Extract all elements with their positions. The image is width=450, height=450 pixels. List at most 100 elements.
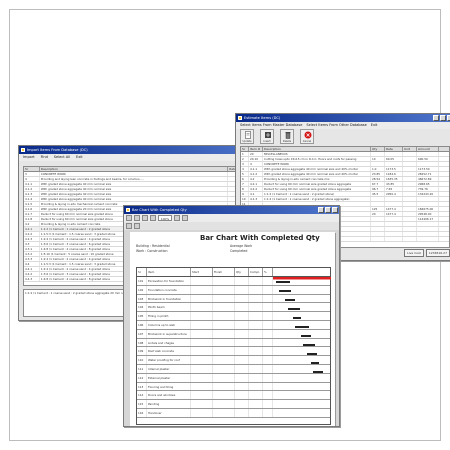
col-description[interactable]: Description bbox=[40, 167, 229, 171]
table-cell bbox=[235, 364, 249, 373]
menu-import[interactable]: Import bbox=[23, 154, 35, 161]
table-cell bbox=[385, 162, 403, 166]
table-cell bbox=[235, 329, 249, 338]
last-page-icon[interactable] bbox=[150, 215, 156, 221]
table-cell: 4.1.3 bbox=[249, 197, 263, 201]
table-cell: 10 bbox=[241, 197, 249, 201]
table-cell bbox=[403, 177, 417, 181]
delete-button[interactable]: Delete bbox=[280, 129, 294, 144]
menu-select-all[interactable]: Select All bbox=[54, 154, 70, 161]
table-cell: 4 bbox=[24, 177, 40, 181]
table-cell bbox=[403, 237, 417, 241]
table-cell: 4.3.3 bbox=[24, 257, 40, 261]
first-page-icon[interactable] bbox=[126, 215, 132, 221]
table-cell bbox=[385, 197, 403, 201]
col-item[interactable]: Item # bbox=[249, 147, 263, 151]
estimate-window-titlebar: Estimate Items (DC) bbox=[236, 114, 450, 122]
table-cell bbox=[263, 294, 273, 303]
prev-page-icon[interactable] bbox=[134, 215, 140, 221]
table-cell: 3 bbox=[241, 162, 249, 166]
export-icon[interactable] bbox=[182, 215, 188, 221]
col-amount[interactable]: Amount bbox=[417, 147, 439, 151]
table-cell bbox=[249, 303, 263, 312]
menu-find[interactable]: Find bbox=[41, 154, 48, 161]
minimize-icon[interactable] bbox=[433, 115, 439, 121]
close-icon[interactable] bbox=[332, 207, 338, 213]
minimize-icon[interactable] bbox=[318, 207, 324, 213]
table-cell bbox=[249, 391, 263, 400]
table-cell: 101 bbox=[137, 277, 147, 285]
menu-select-other[interactable]: Select Items From Other Database bbox=[306, 122, 366, 129]
next-page-icon[interactable] bbox=[142, 215, 148, 221]
table-cell: 107 bbox=[137, 329, 147, 338]
col-description[interactable]: Description bbox=[263, 147, 371, 151]
col-sr[interactable]: Sr bbox=[24, 167, 40, 171]
table-cell bbox=[249, 364, 263, 373]
update-button[interactable]: Update bbox=[240, 129, 254, 144]
table-cell: 114 bbox=[137, 391, 147, 400]
import-window-title: Import Items From Database (DC) bbox=[27, 148, 88, 152]
table-cell bbox=[191, 400, 213, 408]
table-cell: 4.1.3 bbox=[24, 192, 40, 196]
gantt-bar bbox=[279, 290, 291, 292]
table-cell: 4.1.1 bbox=[249, 167, 263, 171]
gantt-bar bbox=[295, 326, 309, 328]
table-cell: 4.1.6 bbox=[24, 207, 40, 211]
table-cell bbox=[385, 222, 403, 226]
window-controls bbox=[433, 115, 450, 121]
search-icon[interactable] bbox=[126, 223, 132, 229]
table-cell bbox=[249, 356, 263, 364]
table-cell bbox=[249, 277, 263, 285]
col-rate[interactable]: Rate bbox=[385, 147, 403, 151]
table-cell: 102 bbox=[137, 285, 147, 294]
report-info-right: Average Work Completed bbox=[230, 244, 253, 253]
close-preview-icon[interactable] bbox=[134, 223, 140, 229]
table-cell: 4.4.1 bbox=[24, 267, 40, 271]
zoom-select[interactable]: 100% bbox=[158, 215, 172, 221]
gantt-header-bar bbox=[273, 277, 331, 280]
window-icon bbox=[126, 208, 130, 212]
table-cell bbox=[403, 182, 417, 186]
table-cell: 1173.5 bbox=[385, 167, 403, 171]
table-cell bbox=[191, 356, 213, 364]
menu-select-master[interactable]: Select Items From Master Database bbox=[240, 122, 302, 129]
col-qty[interactable]: Qty bbox=[371, 147, 385, 151]
insert-button[interactable]: Insert bbox=[260, 129, 274, 144]
table-cell bbox=[213, 391, 235, 400]
print-icon[interactable] bbox=[174, 215, 180, 221]
table-cell bbox=[263, 408, 273, 417]
table-cell bbox=[403, 197, 417, 201]
live-cost-value: 1236516.27 bbox=[425, 249, 450, 257]
table-cell bbox=[403, 172, 417, 176]
table-cell: Providing & laying in-situ cement concre… bbox=[263, 177, 371, 181]
table-cell: 4.1 bbox=[249, 192, 263, 196]
table-cell bbox=[403, 232, 417, 236]
col-unit[interactable]: Unit bbox=[403, 147, 417, 151]
live-cost-label: Live Cost bbox=[404, 249, 424, 257]
table-cell: Painting bbox=[147, 400, 191, 408]
table-cell: 4 bbox=[249, 162, 263, 166]
table-cell bbox=[191, 391, 213, 400]
cancel-button[interactable]: Cancel bbox=[300, 129, 314, 144]
table-cell: 1477.4 bbox=[385, 212, 403, 216]
menu-exit[interactable]: Exit bbox=[76, 154, 83, 161]
table-cell bbox=[263, 391, 273, 400]
table-cell: With graded stone aggregate 40 mm nomina… bbox=[40, 192, 229, 196]
table-cell bbox=[249, 320, 263, 329]
report-title: Bar Chart With Completed Qty bbox=[200, 234, 320, 242]
table-cell: Lintels and chajjas bbox=[147, 338, 191, 347]
table-cell bbox=[191, 294, 213, 303]
gantt-bar bbox=[301, 335, 311, 337]
table-cell: 5 bbox=[241, 172, 249, 176]
maximize-icon[interactable] bbox=[325, 207, 331, 213]
maximize-icon[interactable] bbox=[440, 115, 446, 121]
table-cell bbox=[213, 277, 235, 285]
trash-icon bbox=[285, 132, 291, 139]
table-cell bbox=[235, 408, 249, 417]
menu-exit[interactable]: Exit bbox=[371, 122, 378, 129]
table-cell bbox=[191, 320, 213, 329]
table-cell bbox=[417, 227, 439, 231]
col-sr[interactable]: Sr bbox=[241, 147, 249, 151]
table-cell bbox=[213, 294, 235, 303]
table-cell bbox=[371, 232, 385, 236]
